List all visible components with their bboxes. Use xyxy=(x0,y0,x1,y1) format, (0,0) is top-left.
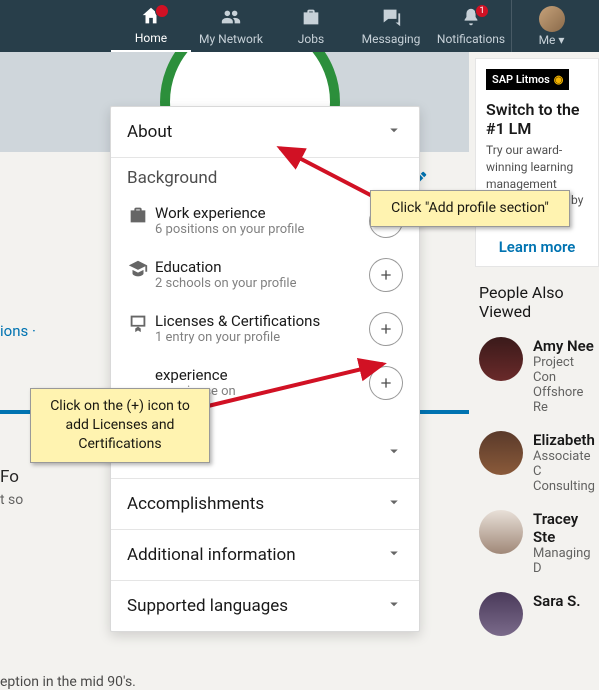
lock-icon: ◉ xyxy=(554,73,564,86)
bg-item-label: Education xyxy=(155,258,369,276)
person-avatar xyxy=(479,592,523,636)
nav-messaging[interactable]: Messaging xyxy=(351,0,431,52)
add-section-dropdown: About Background Work experience 6 posit… xyxy=(110,106,420,632)
person-card[interactable]: Sara S. xyxy=(475,584,599,644)
person-card[interactable]: Amy Nee Project Con Offshore Re xyxy=(475,329,599,423)
briefcase-icon xyxy=(127,204,155,230)
certificate-icon xyxy=(127,312,155,338)
person-title: Associate C xyxy=(533,449,595,479)
callout-text: Click on the (+) icon to add Licenses an… xyxy=(50,398,190,452)
chevron-down-icon xyxy=(385,544,403,566)
nav-notifications[interactable]: 1 Notifications xyxy=(431,0,511,52)
bg-item-sub: 1 entry on your profile xyxy=(155,330,369,345)
sponsor-logo-text: SAP Litmos xyxy=(492,73,550,86)
accomplishments-label: Accomplishments xyxy=(127,494,264,514)
background-header: Background xyxy=(127,168,403,188)
sponsor-logo: SAP Litmos ◉ xyxy=(486,69,569,90)
person-avatar xyxy=(479,431,523,475)
bg-item-label: experience xyxy=(155,366,369,384)
school-icon xyxy=(127,258,155,284)
about-label: About xyxy=(127,122,172,142)
notif-badge: 1 xyxy=(475,4,489,18)
plus-icon xyxy=(378,321,394,337)
fragment-eption: eption in the mid 90's. xyxy=(0,674,136,690)
bg-item-education: Education 2 schools on your profile xyxy=(127,248,403,302)
bg-item-sub: 6 positions on your profile xyxy=(155,222,369,237)
person-avatar xyxy=(479,510,523,554)
about-section[interactable]: About xyxy=(111,107,419,158)
nav-home[interactable]: Home xyxy=(111,0,191,52)
callout-text: Click "Add profile section" xyxy=(391,200,549,216)
languages-label: Supported languages xyxy=(127,596,288,616)
person-name: Amy Nee xyxy=(533,337,595,355)
bg-item-licenses: Licenses & Certifications 1 entry on you… xyxy=(127,302,403,356)
nav-home-label: Home xyxy=(135,31,167,45)
bg-item-label: Work experience xyxy=(155,204,369,222)
add-licenses-button[interactable] xyxy=(369,312,403,346)
person-title2: Offshore Re xyxy=(533,385,595,415)
person-title: Managing D xyxy=(533,546,595,576)
people-icon xyxy=(220,6,242,31)
person-title2: Consulting xyxy=(533,479,595,494)
nav-jobs-label: Jobs xyxy=(298,32,324,46)
add-education-button[interactable] xyxy=(369,258,403,292)
fragment-tso: t so xyxy=(0,492,23,508)
top-nav: Home My Network Jobs Messaging 1 Notific… xyxy=(0,0,599,52)
right-column: SAP Litmos ◉ Switch to the #1 LM Try our… xyxy=(469,52,599,644)
nav-notif-label: Notifications xyxy=(437,32,505,46)
languages-section[interactable]: Supported languages xyxy=(111,581,419,631)
sponsor-card[interactable]: SAP Litmos ◉ Switch to the #1 LM Try our… xyxy=(475,58,599,267)
home-badge xyxy=(155,4,169,18)
chevron-down-icon xyxy=(385,493,403,515)
plus-icon xyxy=(378,375,394,391)
annotation-callout-1: Click "Add profile section" xyxy=(370,190,570,227)
messaging-icon xyxy=(380,6,402,31)
add-volunteer-button[interactable] xyxy=(369,366,403,400)
fragment-fo: Fo xyxy=(0,467,19,487)
main-row: www.em Add profile section More... About… xyxy=(0,52,599,644)
accomplishments-section[interactable]: Accomplishments xyxy=(111,479,419,530)
annotation-callout-2: Click on the (+) icon to add Licenses an… xyxy=(30,388,210,463)
nav-network-label: My Network xyxy=(199,32,263,46)
bg-item-work: Work experience 6 positions on your prof… xyxy=(127,194,403,248)
fragment-ions: ions · xyxy=(0,322,36,340)
person-name: Elizabeth xyxy=(533,431,595,449)
chevron-down-icon xyxy=(385,595,403,617)
chevron-down-icon xyxy=(385,442,403,464)
chevron-down-icon xyxy=(385,121,403,143)
nav-me-label: Me ▾ xyxy=(539,33,565,47)
person-avatar xyxy=(479,337,523,381)
avatar-icon xyxy=(539,6,565,32)
bg-item-sub: 2 schools on your profile xyxy=(155,276,369,291)
learn-more-link[interactable]: Learn more xyxy=(486,238,588,256)
nav-messaging-label: Messaging xyxy=(362,32,421,46)
additional-section[interactable]: Additional information xyxy=(111,530,419,581)
bg-item-label: Licenses & Certifications xyxy=(155,312,369,330)
briefcase-icon xyxy=(300,6,322,31)
person-card[interactable]: Elizabeth Associate C Consulting xyxy=(475,423,599,502)
sponsor-title: Switch to the #1 LM xyxy=(486,100,588,138)
plus-icon xyxy=(378,267,394,283)
additional-label: Additional information xyxy=(127,545,296,565)
person-card[interactable]: Tracey Ste Managing D xyxy=(475,502,599,584)
person-name: Sara S. xyxy=(533,592,581,610)
nav-network[interactable]: My Network xyxy=(191,0,271,52)
nav-jobs[interactable]: Jobs xyxy=(271,0,351,52)
person-name: Tracey Ste xyxy=(533,510,595,546)
person-title: Project Con xyxy=(533,355,595,385)
people-also-viewed-header: People Also Viewed xyxy=(479,283,599,321)
left-column: www.em Add profile section More... About… xyxy=(0,52,469,644)
nav-me[interactable]: Me ▾ xyxy=(511,0,591,52)
